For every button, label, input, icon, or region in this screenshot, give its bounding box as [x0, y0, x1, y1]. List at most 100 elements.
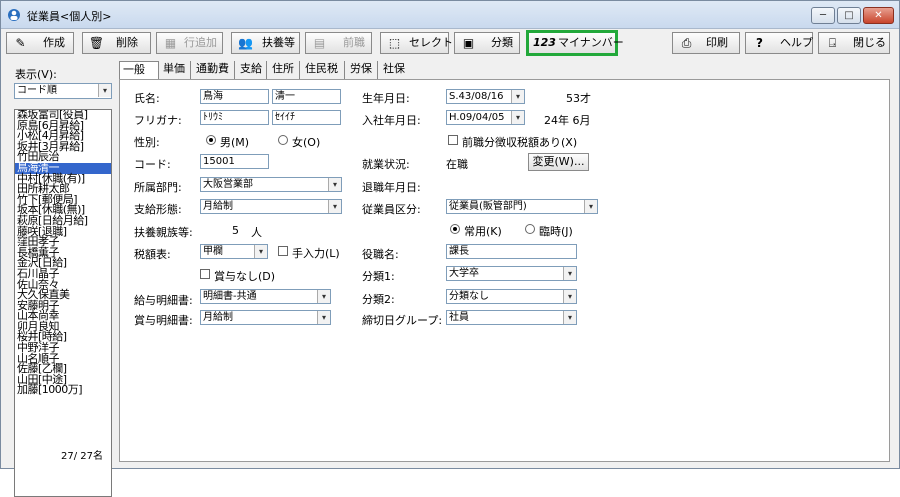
sex-label: 性別: — [134, 136, 160, 149]
tab-labor-ins[interactable]: 労保 — [347, 61, 378, 79]
title-field[interactable]: 課長 — [446, 244, 577, 259]
no-bonus-checkbox[interactable] — [200, 269, 210, 279]
female-label: 女(O) — [292, 136, 321, 149]
chevron-down-icon: ▾ — [328, 178, 341, 191]
tab-social-ins[interactable]: 社保 — [380, 61, 411, 79]
join-field[interactable]: H.09/04/05 ▾ — [446, 110, 525, 125]
dept-label: 所属部門: — [134, 181, 182, 194]
help-icon: ? — [756, 36, 763, 50]
tax-label: 税額表: — [134, 248, 171, 261]
dept-select[interactable]: 大阪営業部 ▾ — [200, 177, 342, 192]
tab-rate[interactable]: 単価 — [160, 61, 191, 79]
chevron-down-icon: ▾ — [98, 84, 111, 97]
birth-label: 生年月日: — [362, 92, 410, 105]
category-icon: ▣ — [462, 36, 475, 50]
add-row-button[interactable]: ▦ 行追加 — [156, 32, 223, 54]
chevron-down-icon: ▾ — [563, 290, 576, 303]
list-item[interactable]: 加藤[1000万] — [15, 385, 111, 396]
status-label: 就業状況: — [362, 158, 410, 171]
no-bonus-label: 賞与なし(D) — [214, 270, 276, 283]
select-button[interactable]: ⬚ セレクト — [380, 32, 453, 54]
chevron-down-icon: ▾ — [584, 200, 597, 213]
prev-job-button[interactable]: ▤ 前職 — [305, 32, 372, 54]
chevron-down-icon: ▾ — [317, 290, 330, 303]
group-select[interactable]: 社員 ▾ — [446, 310, 577, 325]
general-tab-panel: 氏名: 鳥海 清一 フリガナ: ﾄﾘｳﾐ ｾｲｲﾁ 性別: 男(M) 女(O) … — [119, 79, 890, 462]
tab-address[interactable]: 住所 — [269, 61, 300, 79]
name-label: 氏名: — [134, 92, 160, 105]
document-icon: ▤ — [313, 36, 326, 50]
emp-class-select[interactable]: 従業員(販管部門) ▾ — [446, 199, 598, 214]
close-window-button[interactable]: ✕ — [863, 7, 894, 24]
code-field[interactable]: 15001 — [200, 154, 269, 169]
tax-select[interactable]: 甲欄 ▾ — [200, 244, 268, 259]
trash-icon: 🗑 — [88, 36, 105, 50]
emp-class-label: 従業員区分: — [362, 203, 421, 216]
category-button[interactable]: ▣ 分類 — [454, 32, 520, 54]
title-bar: 従業員<個人別> ─ □ ✕ — [1, 1, 899, 29]
bonus-slip-label: 賞与明細書: — [134, 314, 193, 327]
tenure-value: 24年 6月 — [544, 114, 591, 127]
birth-field[interactable]: S.43/08/16 ▾ — [446, 89, 525, 104]
group-label: 締切日グループ: — [362, 314, 443, 327]
table-icon: ▦ — [164, 36, 177, 50]
regular-radio[interactable] — [450, 224, 460, 234]
prev-tax-checkbox[interactable] — [448, 135, 458, 145]
chevron-down-icon: ▾ — [254, 245, 267, 258]
class1-select[interactable]: 大学卒 ▾ — [446, 266, 577, 281]
status-value: 在職 — [446, 158, 468, 171]
cursor-icon: ⬚ — [388, 36, 401, 50]
toolbar: ✎ 作成 🗑 削除 ▦ 行追加 👥 扶養等 ▤ 前職 ⬚ セレクト ▣ 分類 123 マイナンバ… — [1, 29, 899, 57]
window-title: 従業員<個人別> — [27, 10, 112, 23]
prev-tax-label: 前職分徴収税額あり(X) — [462, 136, 578, 149]
dependents-label: 扶養親族等: — [134, 226, 193, 239]
tab-payment[interactable]: 支給 — [237, 61, 267, 79]
temp-label: 臨時(J) — [539, 225, 573, 238]
bonus-slip-select[interactable]: 月給制 ▾ — [200, 310, 331, 325]
kana-label: フリガナ: — [134, 114, 182, 127]
pay-form-select[interactable]: 月給制 ▾ — [200, 199, 342, 214]
female-radio[interactable] — [278, 135, 288, 145]
print-button[interactable]: ⎙ 印刷 — [672, 32, 740, 54]
class2-label: 分類2: — [362, 293, 395, 306]
printer-icon: ⎙ — [681, 36, 692, 50]
employee-list[interactable]: 森坂富司[役員] 原島[6月昇給] 小松[4月昇給] 坂井[3月昇給] 竹田辰治 鳥海清一… — [14, 109, 112, 497]
dependents-unit: 人 — [251, 226, 262, 239]
first-kana-field[interactable]: ｾｲｲﾁ — [272, 110, 341, 125]
temp-radio[interactable] — [525, 224, 535, 234]
minimize-button[interactable]: ─ — [811, 7, 835, 24]
chevron-down-icon: ▾ — [511, 111, 524, 124]
change-status-button[interactable]: 変更(W)... — [528, 153, 589, 171]
maximize-button[interactable]: □ — [837, 7, 861, 24]
tab-commute[interactable]: 通勤費 — [193, 61, 235, 79]
display-label: 表示(V): — [15, 68, 57, 81]
dependents-button[interactable]: 👥 扶養等 — [231, 32, 300, 54]
slip-select[interactable]: 明細書-共通 ▾ — [200, 289, 331, 304]
tab-resident-tax[interactable]: 住民税 — [302, 61, 345, 79]
chevron-down-icon: ▾ — [563, 311, 576, 324]
create-button[interactable]: ✎ 作成 — [6, 32, 74, 54]
delete-button[interactable]: 🗑 削除 — [82, 32, 151, 54]
mynumber-button[interactable]: 123 マイナンバー — [526, 30, 624, 56]
manual-input-checkbox[interactable] — [278, 246, 288, 256]
dependents-count: 5 — [232, 224, 239, 237]
chevron-down-icon: ▾ — [563, 267, 576, 280]
tab-general[interactable]: 一般 — [119, 61, 159, 80]
app-window: 従業員<個人別> ─ □ ✕ ✎ 作成 🗑 削除 ▦ 行追加 👥 扶養等 ▤ 前職 ⬚ セレ… — [0, 0, 900, 497]
male-radio[interactable] — [206, 135, 216, 145]
last-name-field[interactable]: 鳥海 — [200, 89, 269, 104]
slip-label: 給与明細書: — [134, 294, 193, 307]
class2-select[interactable]: 分類なし ▾ — [446, 289, 577, 304]
last-kana-field[interactable]: ﾄﾘｳﾐ — [200, 110, 269, 125]
first-name-field[interactable]: 清一 — [272, 89, 341, 104]
chevron-down-icon: ▾ — [317, 311, 330, 324]
male-label: 男(M) — [220, 136, 250, 149]
code-label: コード: — [134, 158, 171, 171]
help-button[interactable]: ? ヘルプ — [745, 32, 813, 54]
pencil-icon: ✎ — [15, 36, 26, 50]
join-label: 入社年月日: — [362, 114, 421, 127]
chevron-down-icon: ▾ — [328, 200, 341, 213]
close-button[interactable]: ⍈ 閉じる — [818, 32, 890, 54]
pay-form-label: 支給形態: — [134, 203, 182, 216]
sort-select[interactable]: コード順 ▾ — [14, 83, 112, 99]
